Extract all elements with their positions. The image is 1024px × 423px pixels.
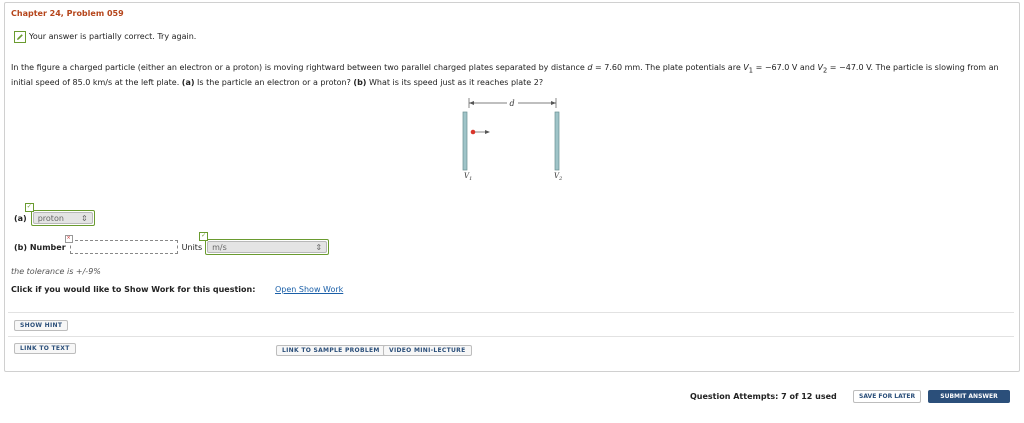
- answer-a-label: (a): [14, 213, 27, 223]
- attempts-counter: Question Attempts: 7 of 12 used: [690, 392, 837, 401]
- open-show-work-link[interactable]: Open Show Work: [275, 285, 343, 294]
- show-hint-button[interactable]: SHOW HINT: [14, 320, 69, 331]
- part-b-label: (b): [353, 77, 367, 87]
- save-for-later-button[interactable]: SAVE FOR LATER: [853, 390, 922, 403]
- v2-label-sub: 2: [558, 176, 562, 182]
- svg-text:V2: V2: [554, 172, 562, 182]
- select-arrows-icon: ⇕: [315, 242, 323, 252]
- particle: [470, 129, 476, 135]
- answer-b-label: (b) Number: [14, 242, 66, 252]
- answer-a-select[interactable]: proton ⇕: [32, 212, 93, 224]
- answer-a-value: proton: [37, 213, 64, 223]
- question-panel: [4, 2, 1020, 372]
- answer-b-row: (b) Number × Units ✓ m/s ⇕: [14, 232, 330, 255]
- plates-figure: d V1 V2: [445, 94, 585, 184]
- units-select-wrap: ✓ m/s ⇕: [199, 232, 330, 255]
- problem-title: Chapter 24, Problem 059: [11, 9, 124, 18]
- problem-text: Is the particle an electron or a proton?: [194, 77, 354, 87]
- mini-lecture-button[interactable]: VIDEO MINI-LECTURE: [383, 345, 472, 356]
- checkmark-icon: ✓: [24, 203, 34, 212]
- divider: [8, 336, 1014, 337]
- number-input[interactable]: ×: [64, 235, 178, 254]
- submit-answer-button[interactable]: SUBMIT ANSWER: [928, 390, 1010, 403]
- left-plate: [462, 111, 468, 171]
- divider: [8, 312, 1014, 313]
- problem-text: = 7.60 mm. The plate potentials are: [592, 63, 744, 72]
- right-plate: [554, 111, 560, 171]
- show-work-prompt: Click if you would like to Show Work for…: [11, 285, 256, 294]
- units-label: Units: [181, 242, 203, 252]
- tolerance-note: the tolerance is +/-9%: [11, 267, 101, 276]
- problem-statement: In the figure a charged particle (either…: [11, 62, 1011, 89]
- link-to-text-button[interactable]: LINK TO TEXT: [14, 343, 76, 354]
- units-select[interactable]: m/s ⇕: [207, 241, 328, 253]
- x-mark-icon: ×: [64, 235, 73, 243]
- sample-problem-button[interactable]: LINK TO SAMPLE PROBLEM: [276, 345, 386, 356]
- answer-a-row: (a) ✓ proton ⇕: [14, 203, 95, 226]
- svg-text:V1: V1: [464, 172, 472, 182]
- answer-a-select-wrap: ✓ proton ⇕: [24, 203, 95, 226]
- d-label: d: [509, 99, 514, 108]
- status-text: Your answer is partially correct. Try ag…: [29, 32, 197, 41]
- status-message: Your answer is partially correct. Try ag…: [14, 30, 196, 43]
- checkmark-icon: ✓: [199, 232, 209, 241]
- v1-label-sub: 1: [469, 176, 472, 182]
- velocity-arrowhead: [485, 130, 490, 134]
- problem-text: In the figure a charged particle (either…: [11, 63, 588, 72]
- select-arrows-icon: ⇕: [81, 213, 88, 223]
- units-value: m/s: [212, 242, 227, 252]
- problem-text: = −67.0 V and: [753, 63, 818, 72]
- problem-text: What is its speed just as it reaches pla…: [366, 77, 544, 87]
- pencil-icon: [14, 30, 26, 43]
- part-a-label: (a): [181, 77, 195, 87]
